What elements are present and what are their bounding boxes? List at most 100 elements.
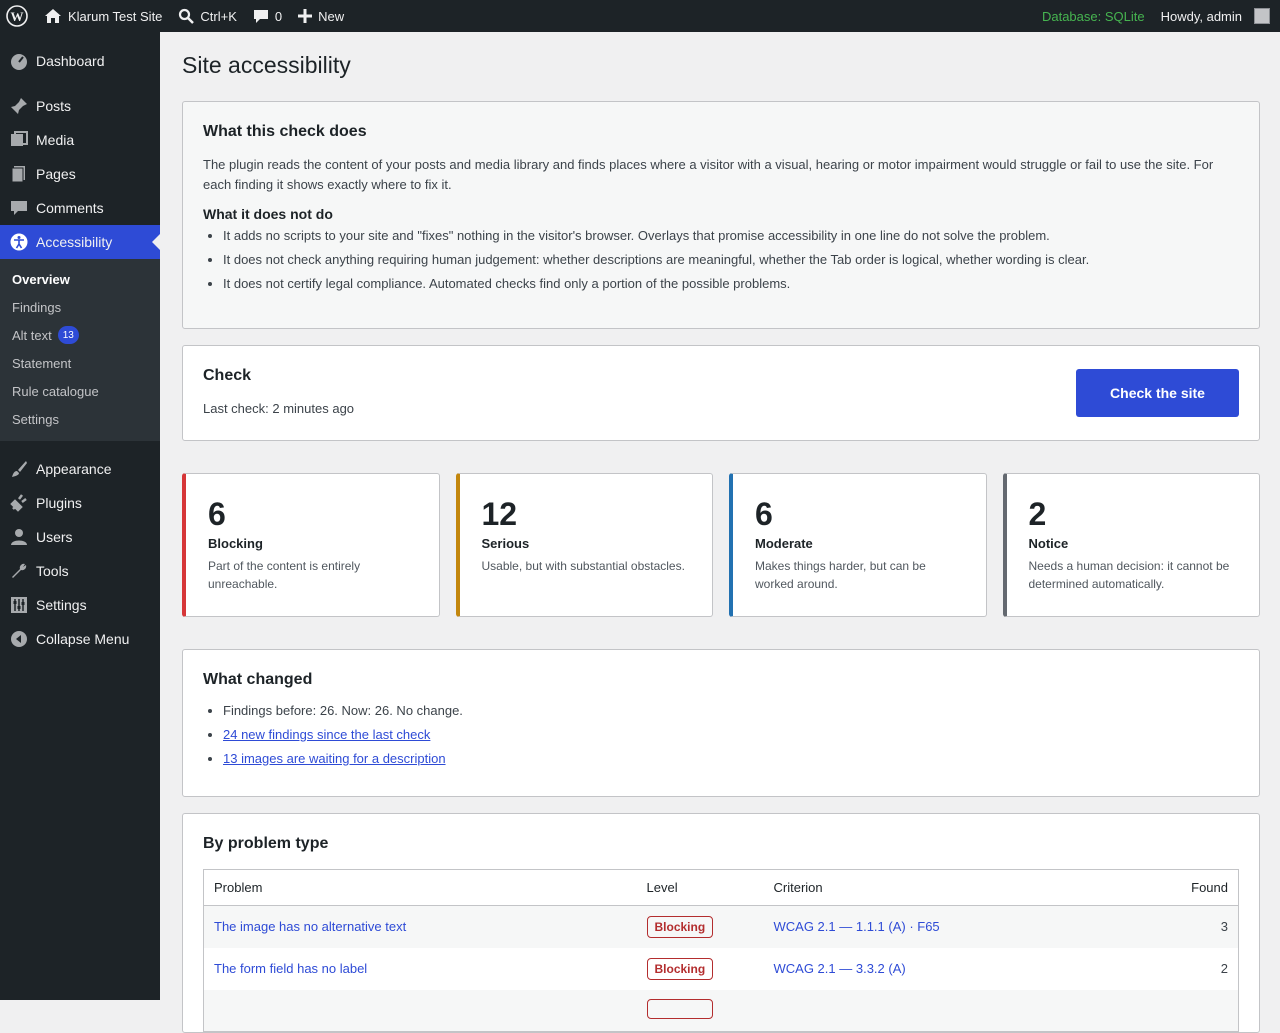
- check-site-button[interactable]: Check the site: [1076, 369, 1239, 417]
- criterion-link[interactable]: WCAG 2.1 — 1.1.1 (A) · F65: [774, 919, 940, 934]
- menu-label: Appearance: [36, 461, 112, 477]
- changes-list: Findings before: 26. Now: 26. No change.…: [203, 699, 1239, 771]
- criterion-cell: WCAG 2.1 — 3.3.2 (A): [764, 948, 1149, 990]
- menu-label: Media: [36, 132, 75, 148]
- submenu-label: Settings: [12, 411, 59, 427]
- stat-number: 6: [755, 496, 773, 532]
- database-indicator: Database: SQLite: [1041, 8, 1145, 24]
- stat-label: Blocking: [208, 536, 263, 551]
- comment-icon: [253, 10, 268, 23]
- criterion-link[interactable]: WCAG 2.1 — 3.3.2 (A): [774, 961, 906, 976]
- submenu-label: Alt text: [12, 327, 52, 343]
- menu-comments[interactable]: Comments: [0, 191, 160, 225]
- comments-link[interactable]: 0: [245, 0, 290, 32]
- not-do-title: What it does not do: [203, 206, 333, 222]
- page-title: Site accessibility: [182, 52, 351, 78]
- menu-label: Settings: [36, 597, 87, 613]
- problem-cell: [203, 989, 637, 1032]
- by-type-title: By problem type: [203, 835, 329, 852]
- search-shortcut[interactable]: Ctrl+K: [170, 0, 244, 32]
- level-badge: [646, 998, 713, 1019]
- about-panel: What this check does The plugin reads th…: [182, 101, 1260, 329]
- menu-plugins[interactable]: Plugins: [0, 486, 160, 520]
- list-item: 24 new findings since the last check: [223, 723, 1239, 747]
- stat-label: Serious: [481, 536, 530, 551]
- site-name: Klarum Test Site: [68, 8, 163, 24]
- menu-label: Posts: [36, 98, 72, 114]
- menu-media[interactable]: Media: [0, 123, 160, 157]
- menu-label: Pages: [36, 166, 76, 182]
- submenu-rule-catalogue[interactable]: Rule catalogue: [0, 377, 160, 405]
- stat-card-blocking[interactable]: 6 Blocking Part of the content is entirely…: [182, 473, 440, 617]
- list-item: It does not certify legal compliance. Au…: [223, 272, 1239, 296]
- stat-card-notice[interactable]: 2 Notice Needs a human decision: it cannot…: [1002, 473, 1260, 617]
- stat-label: Moderate: [755, 536, 813, 551]
- submenu-findings[interactable]: Findings: [0, 293, 160, 321]
- by-type-panel: By problem type Problem Level Criterion …: [182, 813, 1260, 1033]
- stat-description: Makes things harder, but can be worked a…: [755, 559, 926, 591]
- stat-description: Part of the content is entirely unreacha…: [208, 559, 361, 591]
- menu-tools[interactable]: Tools: [0, 554, 160, 588]
- submenu-settings[interactable]: Settings: [0, 405, 160, 433]
- search-icon: [179, 8, 195, 24]
- menu-label: Users: [36, 529, 73, 545]
- level-cell: Blocking: [637, 948, 764, 990]
- submenu-alt-text[interactable]: Alt text 13: [0, 321, 160, 349]
- menu-label: Dashboard: [36, 53, 105, 69]
- pages-icon: [10, 165, 28, 183]
- problem-link[interactable]: The form field has no label: [214, 961, 367, 976]
- accessibility-icon: [10, 233, 28, 251]
- wordpress-logo-icon[interactable]: W: [0, 0, 36, 32]
- new-findings-link[interactable]: 24 new findings since the last check: [223, 727, 430, 742]
- stat-description: Usable, but with substantial obstacles.: [481, 559, 685, 573]
- list-item: It adds no scripts to your site and "fix…: [223, 224, 1239, 248]
- list-item: It does not check anything requiring hum…: [223, 248, 1239, 272]
- criterion-cell: [763, 989, 1149, 1032]
- stat-number: 6: [208, 496, 226, 532]
- submenu-label: Overview: [12, 271, 70, 287]
- severity-stats: 6 Blocking Part of the content is entirely…: [182, 473, 1260, 617]
- not-do-list: It adds no scripts to your site and "fix…: [203, 224, 1239, 296]
- table-row: The form field has no label Blocking WCA…: [204, 948, 1239, 990]
- media-icon: [10, 131, 28, 149]
- images-waiting-link[interactable]: 13 images are waiting for a description: [223, 751, 446, 766]
- table-row: [203, 989, 1239, 1032]
- user-icon: [10, 528, 28, 546]
- submenu-overview[interactable]: Overview: [0, 265, 160, 293]
- main-content: Site accessibility What this check does …: [182, 32, 1260, 1033]
- menu-label: Tools: [36, 563, 69, 579]
- changes-title: What changed: [203, 671, 313, 688]
- problem-link[interactable]: The image has no alternative text: [214, 919, 406, 934]
- menu-settings[interactable]: Settings: [0, 588, 160, 622]
- submenu-statement[interactable]: Statement: [0, 349, 160, 377]
- site-name-link[interactable]: Klarum Test Site: [36, 0, 170, 32]
- found-cell: [1148, 989, 1239, 1032]
- stat-card-moderate[interactable]: 6 Moderate Makes things harder, but can be…: [729, 473, 987, 617]
- submenu-label: Rule catalogue: [12, 383, 99, 399]
- alt-text-count-badge: 13: [57, 326, 79, 344]
- wrench-icon: [10, 562, 28, 580]
- level-cell: [636, 989, 764, 1032]
- menu-appearance[interactable]: Appearance: [0, 452, 160, 486]
- settings-sliders-icon: [10, 596, 28, 614]
- admin-sidebar: Dashboard Posts Media Pages Comments Acc…: [0, 32, 160, 1000]
- plus-icon: [298, 9, 313, 23]
- found-count: 3: [1148, 905, 1239, 948]
- search-shortcut-label: Ctrl+K: [200, 8, 237, 24]
- menu-pages[interactable]: Pages: [0, 157, 160, 191]
- check-title: Check: [203, 367, 252, 384]
- howdy-label: Howdy, admin: [1160, 8, 1242, 24]
- collapse-menu-button[interactable]: Collapse Menu: [0, 622, 160, 656]
- menu-label: Collapse Menu: [36, 631, 130, 647]
- menu-posts[interactable]: Posts: [0, 89, 160, 123]
- changes-summary: Findings before: 26. Now: 26. No change.: [223, 699, 1239, 723]
- stat-number: 12: [481, 496, 518, 532]
- account-menu[interactable]: Howdy, admin: [1153, 0, 1280, 32]
- menu-dashboard[interactable]: Dashboard: [0, 44, 160, 78]
- menu-accessibility[interactable]: Accessibility: [0, 225, 160, 259]
- new-content-link[interactable]: New: [290, 0, 352, 32]
- paintbrush-icon: [10, 460, 28, 478]
- menu-users[interactable]: Users: [0, 520, 160, 554]
- table-row: The image has no alternative text Blocki…: [203, 905, 1239, 948]
- stat-card-serious[interactable]: 12 Serious Usable, but with substantial ob…: [455, 473, 713, 617]
